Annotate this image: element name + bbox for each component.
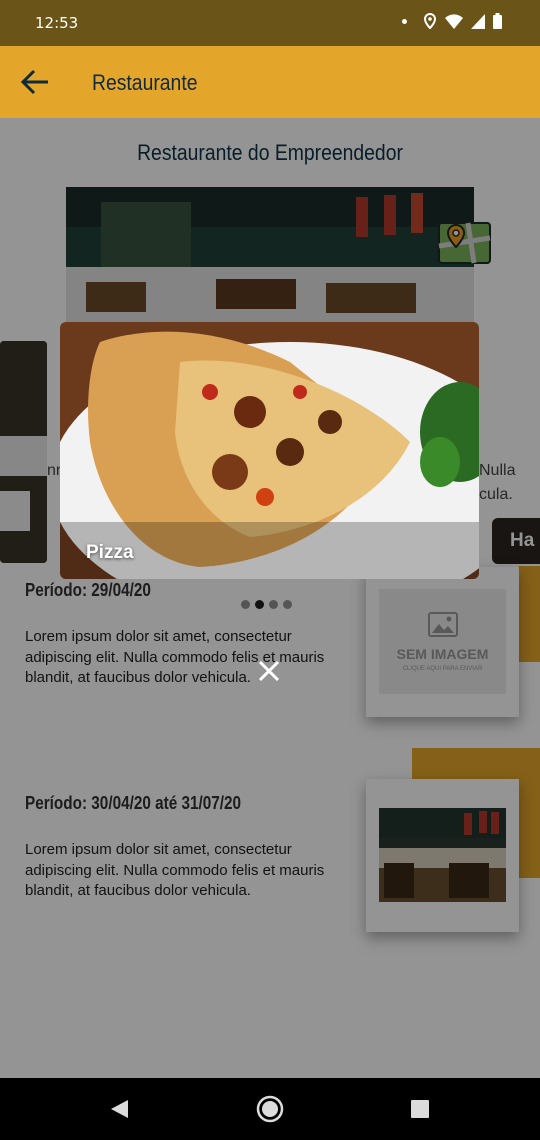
close-icon[interactable] xyxy=(256,658,282,684)
carousel-page-indicator xyxy=(241,600,292,609)
nav-home-icon[interactable] xyxy=(256,1095,284,1123)
page-dot[interactable] xyxy=(283,600,292,609)
system-nav-bar xyxy=(0,1078,540,1140)
page-title: Restaurante xyxy=(92,70,198,95)
location-icon xyxy=(423,13,437,29)
modal-scrim[interactable] xyxy=(0,118,540,1078)
status-icons xyxy=(402,13,502,29)
carousel-caption: Pizza xyxy=(86,542,134,563)
nav-recents-icon[interactable] xyxy=(410,1099,430,1119)
battery-icon xyxy=(493,13,502,29)
notification-dot-icon xyxy=(402,18,407,24)
app-bar: Restaurante xyxy=(0,46,540,118)
page-dot-active[interactable] xyxy=(255,600,264,609)
carousel-current-photo[interactable]: Pizza xyxy=(60,322,479,579)
page-dot[interactable] xyxy=(241,600,250,609)
signal-icon xyxy=(471,13,485,29)
nav-back-icon[interactable] xyxy=(108,1098,130,1120)
wifi-icon xyxy=(445,13,463,29)
status-bar: 12:53 xyxy=(0,0,540,46)
back-arrow-icon[interactable] xyxy=(20,68,50,96)
page-dot[interactable] xyxy=(269,600,278,609)
status-time: 12:53 xyxy=(35,14,79,32)
